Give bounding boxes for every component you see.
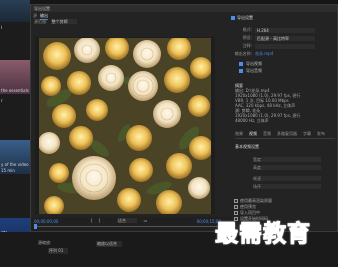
playback-controls: 00;00;00;00 { } 适合 ▭ 00;00;15;00 [31, 217, 231, 231]
tab-multiplexer[interactable]: 多路复用器 [277, 131, 297, 137]
export-video-checkbox[interactable] [239, 62, 243, 66]
mark-in-icon[interactable]: { [89, 218, 94, 223]
source-scaling-row: 源缩放: [38, 240, 51, 246]
tab-effects[interactable]: 效果 [235, 131, 243, 137]
basic-video-settings-title: 基本视频设置 [235, 144, 259, 150]
zoom-fit-select[interactable]: 适合 [117, 218, 137, 223]
export-video-label: 导出视频 [246, 61, 262, 66]
source-range-select[interactable]: 整个剪辑 [50, 19, 77, 24]
format-row: 格式: H.264 [234, 27, 315, 33]
section-title-text: 基本视频设置 [235, 144, 259, 149]
height-label: 高度 [253, 165, 261, 170]
comments-row: 注释: [234, 43, 315, 49]
left-media-panel: I the essentials r y of the video 15 min… [0, 0, 30, 267]
media-duration: 15 min [1, 168, 15, 173]
media-label: r [1, 98, 3, 103]
timecode-in[interactable]: 00;00;00;00 [34, 219, 58, 224]
preset-row: 预设: 匹配源 - 高比特率 [234, 35, 315, 41]
export-settings-dialog: 导出设置 源 输出 源范围: 整个剪辑 00;00;00;00 {} 适合 ▭… [30, 4, 338, 232]
media-thumbnail[interactable] [0, 0, 30, 22]
source-scaling-label: 源缩放: [38, 240, 52, 245]
output-name-row: 输出名称: 花朵.mp4 [234, 51, 274, 57]
comments-label: 注释: [242, 43, 252, 48]
format-label: 格式: [242, 27, 252, 32]
timeline-track[interactable] [34, 226, 222, 227]
tab-video[interactable]: 视频 [249, 131, 257, 137]
source-scaling-select[interactable]: 缩放以适合 [96, 241, 122, 247]
sequence-select[interactable]: 序列 01 [48, 248, 68, 254]
width-field[interactable] [261, 157, 321, 162]
summary-line: 48000 Hz, 立体声 [235, 118, 269, 123]
use-previews-checkbox[interactable] [234, 205, 238, 209]
summary-section: 摘要 输出: D:\花朵.mp4 1920x1080 (1.0), 29.97 … [235, 83, 335, 123]
media-thumbnail[interactable]: the essentials [0, 60, 30, 94]
export-video-row: 导出视频 [239, 61, 262, 67]
field-order-label: 场序 [253, 184, 261, 189]
preview-image [39, 38, 211, 214]
aspect-icon[interactable]: ▭ [143, 218, 148, 223]
format-select[interactable]: H.264 [255, 27, 315, 33]
media-thumbnail[interactable]: y of the video 15 min [0, 140, 30, 174]
tab-captions[interactable]: 字幕 [303, 131, 311, 137]
app-root: I the essentials r y of the video 15 min… [0, 0, 338, 267]
settings-tabs: 效果 视频 音频 多路复用器 字幕 发布 [235, 131, 335, 139]
header-checkbox[interactable] [231, 16, 235, 20]
preview-area [35, 37, 215, 214]
field-order-field[interactable] [261, 184, 321, 189]
watermark-logo: 最需教育 [215, 220, 311, 248]
framerate-field[interactable] [261, 176, 321, 181]
preset-select[interactable]: 匹配源 - 高比特率 [255, 35, 315, 41]
tab-audio[interactable]: 音频 [263, 131, 271, 137]
output-name-label: 输出名称: [234, 51, 252, 56]
comments-input[interactable] [255, 43, 315, 49]
media-label: y of the video [1, 162, 29, 167]
export-settings-header[interactable]: 导出设置 [231, 15, 253, 21]
output-name-link[interactable]: 花朵.mp4 [255, 51, 273, 57]
media-label-row: I [0, 24, 30, 32]
source-range-label: 源范围: [34, 19, 48, 24]
preset-label: 预设: [242, 35, 252, 40]
media-label-row: r [0, 97, 30, 105]
width-label: 宽度 [253, 157, 261, 162]
export-audio-row: 导出音频 [239, 68, 262, 74]
media-label: the essentials [1, 88, 29, 93]
export-audio-label: 导出音频 [246, 68, 262, 73]
settings-header: 导出设置 [237, 15, 253, 20]
max-quality-checkbox[interactable] [234, 199, 238, 203]
source-range-row: 源范围: 整个剪辑 [34, 19, 77, 25]
height-field[interactable] [261, 165, 321, 170]
tab-publish[interactable]: 发布 [317, 131, 325, 137]
mark-out-icon[interactable]: } [97, 218, 102, 223]
dialog-title: 导出设置 [31, 5, 337, 12]
roses-image [39, 38, 211, 214]
media-label: I [1, 25, 3, 30]
settings-pane: 导出设置 格式: H.264 预设: 匹配源 - 高比特率 注释: 输出名称: … [231, 13, 337, 231]
playhead-handle[interactable] [34, 224, 37, 229]
export-audio-checkbox[interactable] [239, 69, 243, 73]
